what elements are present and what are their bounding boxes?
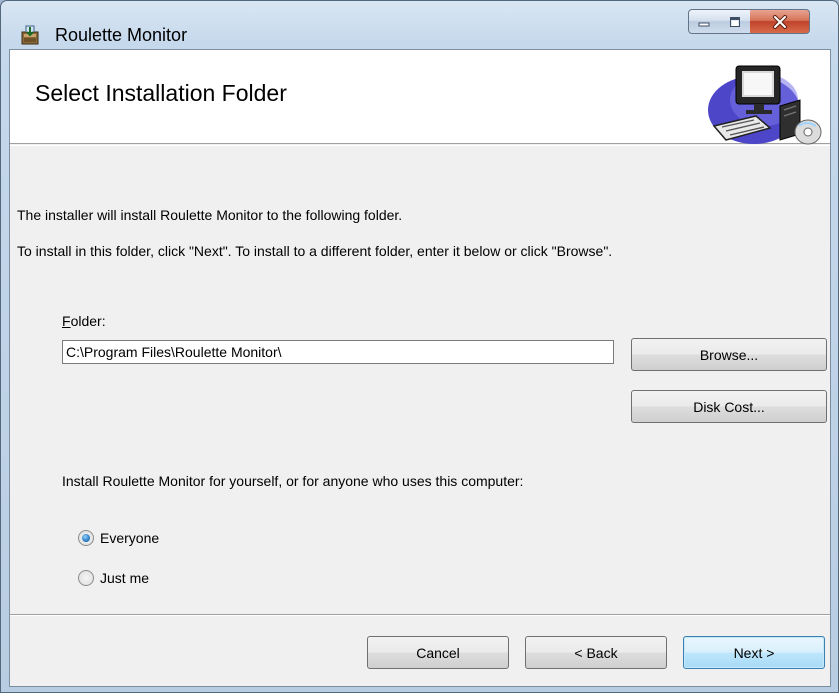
minimize-icon (698, 22, 710, 26)
radio-button[interactable] (78, 570, 94, 586)
close-icon (772, 14, 787, 29)
page-title: Select Installation Folder (35, 80, 287, 106)
browse-button[interactable]: Browse... (631, 338, 827, 371)
back-button[interactable]: < Back (525, 636, 667, 669)
installer-window: Roulette Monitor Select Installation Fol… (0, 0, 839, 693)
installer-app-icon (21, 25, 39, 45)
disk-cost-button[interactable]: Disk Cost... (631, 390, 827, 423)
radio-everyone-label: Everyone (100, 530, 160, 546)
header-banner: Select Installation Folder (10, 50, 830, 146)
folder-label-text: older: (70, 313, 106, 329)
folder-path-input[interactable] (62, 340, 614, 364)
instruction-text: To install in this folder, click "Next".… (17, 243, 613, 259)
radio-just-me[interactable]: Just me (78, 570, 149, 586)
footer-separator (10, 614, 830, 616)
folder-label-mnemonic: F (62, 313, 71, 329)
title-bar[interactable]: Roulette Monitor (1, 1, 838, 49)
folder-label: Folder: (62, 312, 106, 330)
minimize-button[interactable] (688, 9, 720, 34)
window-title: Roulette Monitor (55, 25, 188, 45)
radio-button-selected[interactable] (78, 530, 94, 546)
maximize-icon (729, 16, 740, 27)
maximize-button[interactable] (719, 9, 751, 34)
next-button[interactable]: Next > (683, 636, 825, 669)
cancel-button[interactable]: Cancel (367, 636, 509, 669)
close-button[interactable] (750, 9, 810, 34)
install-scope-prompt: Install Roulette Monitor for yourself, o… (62, 473, 524, 489)
intro-text: The installer will install Roulette Moni… (17, 207, 403, 223)
radio-just-me-label: Just me (100, 570, 150, 586)
computer-setup-icon (708, 65, 822, 145)
radio-everyone[interactable]: Everyone (78, 530, 159, 546)
dialog-client-area: Select Installation Folder The installer… (9, 49, 831, 687)
